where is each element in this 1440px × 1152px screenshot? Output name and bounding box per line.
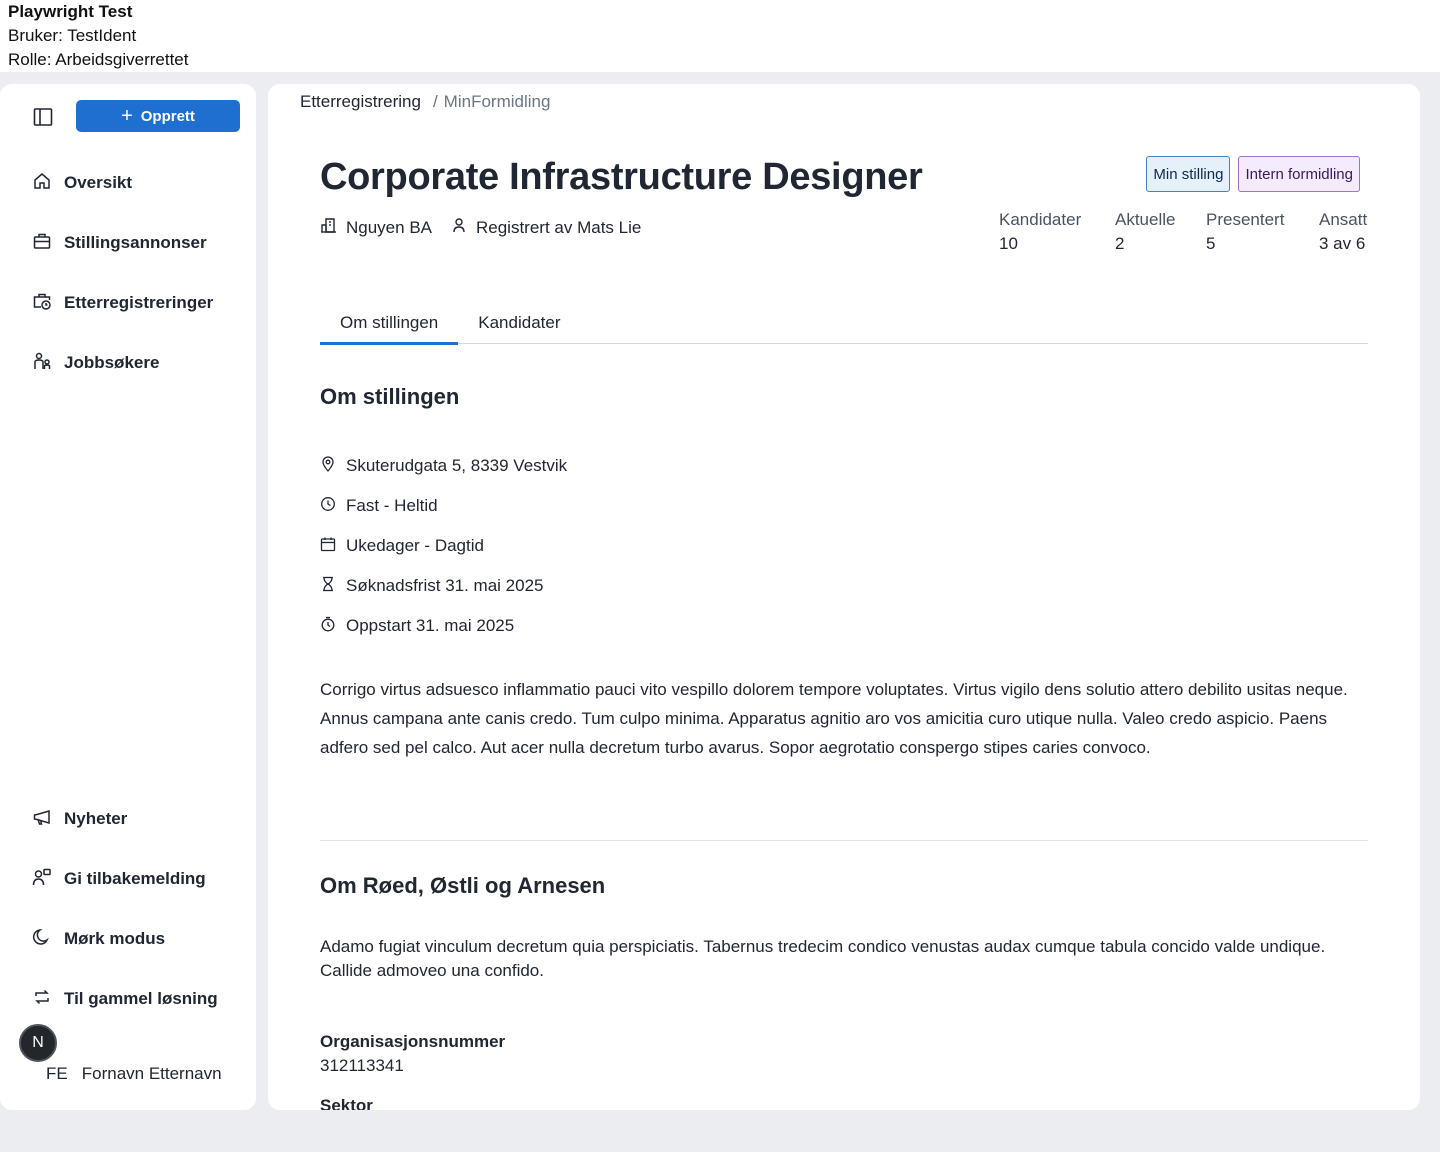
stat-value: 3 av 6 [1319, 234, 1366, 253]
dev-role: Rolle: Arbeidsgiverrettet [8, 50, 189, 69]
sidebar-item-label: Gi tilbakemelding [64, 869, 206, 888]
detail-text: Ukedager - Dagtid [346, 536, 484, 555]
tag-intern-formidling: Intern formidling [1238, 156, 1360, 192]
detail-text: Fast - Heltid [346, 496, 438, 515]
org-number-value: 312113341 [320, 1056, 404, 1075]
tab-om-stillingen[interactable]: Om stillingen [320, 302, 459, 345]
section-divider [320, 840, 1368, 841]
sidebar-item-label: Jobbsøkere [64, 353, 160, 372]
job-meta: Nguyen BA Registrert av Mats Lie [320, 216, 641, 239]
stat-label: Presentert [1206, 210, 1285, 229]
person-icon [450, 216, 468, 239]
detail-work-time: Ukedager - Dagtid [320, 526, 567, 566]
section-heading-om-stillingen: Om stillingen [320, 384, 460, 409]
sidebar-item-jobbsokere[interactable]: Jobbsøkere [32, 348, 159, 378]
stat-ansatt: Ansatt 3 av 6 [1319, 208, 1367, 256]
calendar-icon [320, 536, 336, 557]
megaphone-icon [32, 807, 52, 832]
sidebar-item-label: Nyheter [64, 809, 128, 828]
arrows-circle-icon [32, 987, 52, 1012]
stat-aktuelle: Aktuelle 2 [1115, 208, 1206, 256]
employer: Nguyen BA [320, 216, 432, 239]
stat-kandidater: Kandidater 10 [999, 208, 1115, 256]
org-number-label: Organisasjonsnummer [320, 1032, 506, 1051]
stat-value: 5 [1206, 234, 1216, 253]
job-details-list: Skuterudgata 5, 8339 Vestvik Fast - Helt… [320, 446, 567, 646]
user-profile[interactable]: FE Fornavn Etternavn [46, 1064, 222, 1084]
sidebar-item-label: Til gammel løsning [64, 989, 218, 1008]
create-button[interactable]: + Opprett [76, 100, 240, 132]
sidebar-item-label: Oversikt [64, 173, 133, 192]
sidebar-item-nyheter[interactable]: Nyheter [32, 804, 127, 834]
tag-min-stilling: Min stilling [1146, 156, 1231, 192]
sidebar-toggle-icon[interactable] [32, 106, 54, 128]
dev-user: Bruker: TestIdent [8, 26, 137, 45]
user-name: Fornavn Etternavn [81, 1064, 222, 1083]
briefcase-icon [32, 231, 52, 256]
sidebar-item-gammel-losning[interactable]: Til gammel løsning [32, 984, 218, 1014]
detail-deadline: Søknadsfrist 31. mai 2025 [320, 566, 567, 606]
sidebar-item-label: Etterregistreringer [64, 293, 214, 312]
main-content: Etterregistrering / MinFormidling Corpor… [268, 84, 1420, 1110]
company-description: Adamo fugiat vinculum decretum quia pers… [320, 937, 1326, 980]
status-tags: Min stilling Intern formidling [1146, 156, 1360, 192]
candidate-stats: Kandidater 10 Aktuelle 2 Presentert 5 An… [999, 208, 1367, 256]
stat-value: 2 [1115, 234, 1125, 253]
hourglass-icon [320, 576, 336, 597]
detail-employment-type: Fast - Heltid [320, 486, 567, 526]
stopwatch-icon [320, 616, 336, 637]
briefcase-clock-icon [32, 291, 52, 316]
sidebar-item-label: Stillingsannonser [64, 233, 207, 252]
detail-text: Skuterudgata 5, 8339 Vestvik [346, 456, 568, 475]
sidebar-item-etterregistreringer[interactable]: Etterregistreringer [32, 288, 213, 318]
tab-kandidater[interactable]: Kandidater [458, 302, 580, 344]
stat-label: Ansatt [1319, 210, 1368, 229]
tab-bar: Om stillingen Kandidater [320, 302, 1368, 345]
stat-label: Kandidater [999, 210, 1082, 229]
stat-label: Aktuelle [1115, 210, 1176, 229]
stat-presentert: Presentert 5 [1206, 208, 1319, 256]
sidebar-item-label: Mørk modus [64, 929, 166, 948]
breadcrumb-current: MinFormidling [443, 92, 551, 111]
sector-label: Sektor [320, 1096, 373, 1110]
registered-by-text: Registrert av Mats Lie [476, 217, 642, 237]
sidebar: + Opprett Oversikt Stillingsannonser Ett… [0, 84, 256, 1110]
sidebar-item-mork-modus[interactable]: Mørk modus [32, 924, 165, 954]
user-initials: FE [46, 1064, 68, 1083]
location-pin-icon [320, 455, 336, 477]
dev-title: Playwright Test [8, 2, 133, 21]
breadcrumb: Etterregistrering / MinFormidling [300, 92, 550, 112]
section-heading-company: Om Røed, Østli og Arnesen [320, 873, 606, 898]
dev-info-bar: Playwright Test Bruker: TestIdent Rolle:… [0, 0, 1440, 72]
floating-avatar[interactable]: N [19, 1024, 57, 1062]
moon-icon [32, 927, 52, 952]
sidebar-item-oversikt[interactable]: Oversikt [32, 168, 132, 198]
stat-value: 10 [999, 234, 1018, 253]
create-button-label: Opprett [140, 107, 195, 125]
feedback-icon [32, 867, 52, 892]
job-description: Corrigo virtus adsuesco inflammatio pauc… [320, 680, 1348, 757]
page-title: Corporate Infrastructure Designer [320, 156, 923, 198]
detail-text: Søknadsfrist 31. mai 2025 [346, 576, 544, 595]
detail-location: Skuterudgata 5, 8339 Vestvik [320, 446, 567, 486]
plus-icon: + [121, 105, 133, 127]
people-icon [32, 351, 52, 376]
building-icon [320, 216, 338, 239]
breadcrumb-separator: / [432, 92, 438, 111]
sidebar-item-tilbakemelding[interactable]: Gi tilbakemelding [32, 864, 206, 894]
sidebar-item-stillingsannonser[interactable]: Stillingsannonser [32, 228, 207, 258]
registered-by: Registrert av Mats Lie [450, 216, 641, 239]
detail-text: Oppstart 31. mai 2025 [346, 616, 515, 635]
detail-start: Oppstart 31. mai 2025 [320, 606, 567, 646]
clock-icon [320, 496, 336, 517]
employer-name: Nguyen BA [346, 217, 432, 237]
breadcrumb-link[interactable]: Etterregistrering [300, 92, 421, 112]
house-icon [32, 171, 52, 196]
